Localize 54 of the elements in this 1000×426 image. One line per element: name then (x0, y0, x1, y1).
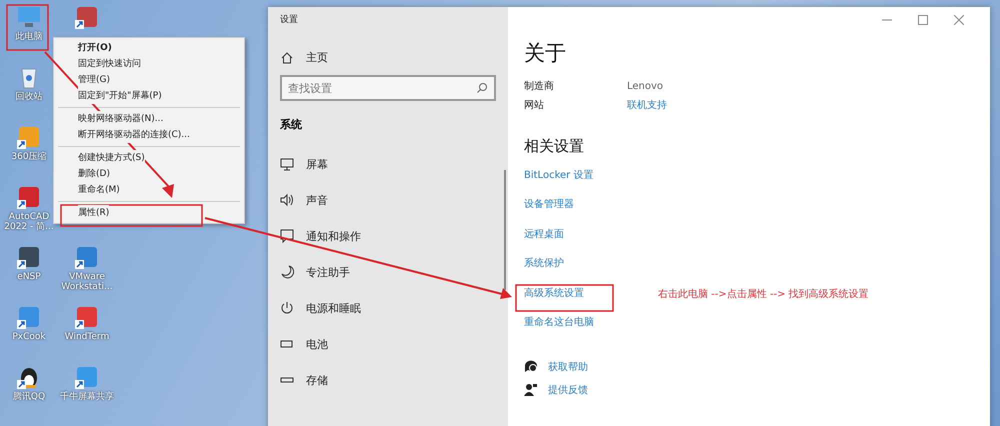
home-icon (280, 50, 294, 64)
nav-item[interactable]: 屏幕 (280, 146, 496, 182)
nav-item[interactable]: 声音 (280, 182, 496, 218)
app-icon[interactable] (16, 244, 42, 270)
power-icon (280, 301, 294, 315)
nav-item[interactable]: 专注助手 (280, 254, 496, 290)
section-heading: 相关设置 (524, 137, 585, 156)
notepad-icon[interactable] (74, 4, 100, 30)
menu-item[interactable]: 管理(G) (78, 72, 110, 88)
help-link[interactable]: 获取帮助 (548, 360, 588, 374)
menu-item[interactable]: 映射网络驱动器(N)... (78, 111, 164, 127)
section-heading: 系统 (280, 117, 303, 132)
icon-label[interactable]: 腾讯QQ (0, 392, 58, 402)
icon-label[interactable]: PxCook (0, 332, 58, 342)
search-field[interactable]: 查找设置 (280, 75, 496, 101)
nav-item[interactable]: 电源和睡眠 (280, 290, 496, 326)
nav-item[interactable]: 电池 (280, 326, 496, 362)
help-link[interactable]: 提供反馈 (548, 382, 588, 396)
app-icon[interactable] (74, 244, 100, 270)
person-icon (524, 382, 538, 396)
settings-link[interactable]: 高级系统设置 (524, 286, 584, 300)
menu-item[interactable]: 断开网络驱动器的连接(C)... (78, 127, 190, 143)
speech-bubble-icon (280, 229, 294, 243)
page-title: 关于 (524, 40, 567, 67)
highlight-frame (6, 4, 49, 51)
spec-label: 制造商 (524, 80, 555, 94)
speaker-icon (280, 193, 294, 207)
app-icon[interactable] (16, 184, 42, 210)
icon-label[interactable]: eNSP (0, 272, 58, 282)
menu-item[interactable]: 固定到"开始"屏幕(P) (78, 88, 162, 104)
settings-link[interactable]: 系统保护 (524, 256, 564, 270)
settings-link[interactable]: 设备管理器 (524, 197, 574, 212)
settings-link[interactable]: BitLocker 设置 (524, 168, 594, 182)
moon-icon (280, 265, 294, 279)
close-icon[interactable] (954, 15, 964, 25)
nav-item[interactable]: 通知和操作 (280, 218, 496, 254)
nav-item[interactable]: 主页 (280, 50, 496, 65)
icon-label[interactable]: VMware Workstati... (58, 272, 116, 293)
spec-link[interactable]: 联机支持 (627, 96, 667, 115)
nav-item[interactable]: 存储 (280, 362, 496, 398)
settings-link[interactable]: 重命名这台电脑 (524, 315, 594, 330)
annotation-text: 右击此电脑 -->点击属性 --> 找到高级系统设置 (658, 288, 869, 301)
speech-bubble-icon (524, 360, 538, 374)
spec-value: Lenovo (627, 80, 664, 94)
monitor-icon[interactable] (16, 4, 42, 30)
search-icon (476, 82, 488, 94)
spec-label: 网站 (524, 98, 545, 113)
maximize-icon[interactable] (918, 15, 928, 25)
app-icon[interactable] (74, 304, 100, 330)
monitor-icon (280, 157, 294, 171)
scrollbar[interactable] (504, 170, 506, 290)
icon-label[interactable]: WindTerm (58, 332, 116, 342)
settings-link[interactable]: 远程桌面 (524, 226, 564, 241)
window-title: 设置 (280, 14, 299, 26)
